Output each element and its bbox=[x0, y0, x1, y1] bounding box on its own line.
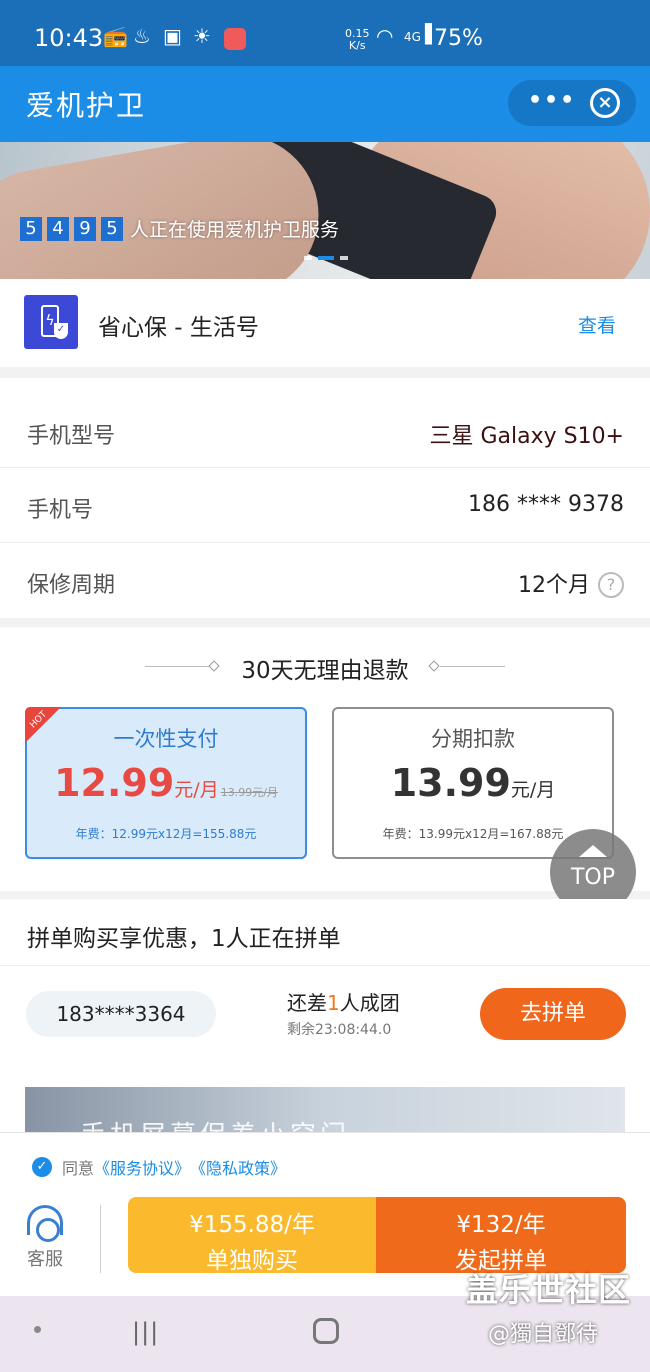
arrow-up-icon bbox=[579, 845, 607, 857]
team-price: ¥132/年 bbox=[456, 1212, 546, 1238]
info-row-period: 保修周期 12个月? bbox=[0, 543, 650, 618]
plan-price-value: 13.99 bbox=[390, 761, 511, 805]
period-value: 12个月 bbox=[518, 573, 590, 598]
plan-price: 12.99元/月 13.99元/月 bbox=[27, 761, 305, 805]
plans-heading: 30天无理由退款 bbox=[241, 658, 409, 684]
life-account-row[interactable]: ϟ ✓ 省心保 - 生活号 查看 bbox=[0, 279, 650, 367]
group-need-text: 还差1人成团 bbox=[287, 991, 400, 1015]
network-speed: 0.15 K/s bbox=[345, 27, 370, 52]
phone-shield-logo-icon: ϟ ✓ bbox=[24, 295, 78, 349]
plan-onetime[interactable]: HOT 一次性支付 12.99元/月 13.99元/月 年费：12.99元x12月… bbox=[25, 707, 307, 859]
top-label: TOP bbox=[570, 865, 616, 890]
banner-photo-hand-left bbox=[0, 142, 332, 279]
model-label: 手机型号 bbox=[27, 424, 116, 449]
tips-article-title: 手机屏幕保养小窍门 bbox=[80, 1115, 350, 1132]
home-icon[interactable] bbox=[313, 1318, 339, 1344]
info-row-phone: 手机号 186 **** 9378 bbox=[0, 468, 650, 543]
info-row-model: 手机型号 三星 Galaxy S10+ bbox=[0, 378, 650, 468]
heading-line-right bbox=[440, 666, 505, 667]
nav-dot-icon[interactable] bbox=[34, 1326, 41, 1333]
plan-original-price: 13.99元/月 bbox=[220, 786, 278, 799]
promo-banner[interactable]: 5 4 9 5 人正在使用爱机护卫服务 bbox=[0, 142, 650, 279]
period-value-wrap: 12个月? bbox=[518, 567, 624, 599]
group-remaining-time: 剩余23:08:44.0 bbox=[287, 1022, 392, 1038]
counter-text: 人正在使用爱机护卫服务 bbox=[130, 219, 340, 241]
counter-digit: 5 bbox=[20, 216, 42, 241]
start-group-button[interactable]: ¥132/年 发起拼单 bbox=[376, 1197, 626, 1274]
plan-name: 一次性支付 bbox=[113, 727, 219, 751]
group-need-count: 1 bbox=[327, 991, 340, 1015]
user-counter: 5 4 9 5 人正在使用爱机护卫服务 bbox=[20, 215, 339, 242]
life-account-name: 省心保 - 生活号 bbox=[98, 315, 259, 341]
agree-checkbox[interactable]: ✓ bbox=[32, 1157, 52, 1177]
shield-app-icon bbox=[224, 28, 246, 50]
buy-single-button[interactable]: ¥155.88/年 单独购买 bbox=[128, 1197, 376, 1274]
mini-app-capsule: ••• × bbox=[508, 80, 636, 126]
wifi-icon: ◠ bbox=[376, 24, 394, 48]
view-link[interactable]: 查看 bbox=[578, 311, 616, 338]
group-buy-title: 拼单购买享优惠，1人正在拼单 bbox=[27, 926, 341, 952]
plan-annual-fee: 年费：12.99元x12月=155.88元 bbox=[75, 827, 257, 841]
tips-article-image[interactable]: 手机屏幕保养小窍门 bbox=[25, 1087, 625, 1132]
model-value: 三星 Galaxy S10+ bbox=[429, 424, 624, 449]
plan-price-unit: 元/月 bbox=[510, 779, 556, 801]
footer-divider bbox=[100, 1205, 101, 1273]
signal-icon: ▐ bbox=[418, 24, 432, 45]
agree-prefix: 同意 bbox=[62, 1159, 95, 1178]
phone-value: 186 **** 9378 bbox=[468, 492, 624, 517]
divider bbox=[0, 965, 650, 966]
weather-icon: ☀ bbox=[193, 24, 211, 48]
status-time: 10:43 bbox=[34, 24, 104, 52]
single-price: ¥155.88/年 bbox=[189, 1212, 315, 1238]
period-label: 保修周期 bbox=[27, 573, 116, 598]
customer-service-label: 客服 bbox=[27, 1249, 63, 1270]
carousel-dots bbox=[304, 256, 348, 260]
privacy-policy-link[interactable]: 《隐私政策》 bbox=[190, 1155, 286, 1179]
service-agreement-link[interactable]: 《服务协议》 bbox=[94, 1155, 190, 1179]
close-button[interactable]: × bbox=[590, 88, 620, 118]
counter-digit: 9 bbox=[74, 216, 96, 241]
agreement-row: ✓ 同意 《服务协议》 《隐私政策》 bbox=[32, 1155, 286, 1179]
phone-label: 手机号 bbox=[27, 498, 94, 523]
device-info-list: 手机型号 三星 Galaxy S10+ 手机号 186 **** 9378 保修… bbox=[0, 378, 650, 618]
join-group-button[interactable]: 去拼单 bbox=[480, 988, 626, 1040]
plan-price-unit: 元/月 bbox=[174, 779, 219, 801]
gallery-icon: ▣ bbox=[163, 24, 182, 48]
group-member-phone: 183****3364 bbox=[26, 991, 216, 1037]
plan-price-value: 12.99 bbox=[54, 761, 175, 805]
battery-level: 75% bbox=[434, 26, 483, 51]
group-buy-section: 拼单购买享优惠，1人正在拼单 183****3364 还差1人成团 剩余23:0… bbox=[0, 899, 650, 1132]
watermark-community: 盖乐世社区 bbox=[466, 1271, 632, 1309]
carousel-dot-active[interactable] bbox=[318, 256, 334, 260]
payment-plans: 30天无理由退款 HOT 一次性支付 12.99元/月 13.99元/月 年费：1… bbox=[0, 627, 650, 891]
recents-icon[interactable]: ||| bbox=[132, 1318, 159, 1346]
customer-service-button[interactable]: 客服 bbox=[24, 1205, 66, 1271]
status-bar: 10:43 📻 ♨ ▣ ☀ 0.15 K/s ◠ 4G ▐ 75% bbox=[0, 0, 650, 66]
carousel-dot[interactable] bbox=[340, 256, 348, 260]
watermark-author: @獨自鄧待 bbox=[488, 1322, 599, 1347]
headset-icon bbox=[27, 1205, 63, 1242]
single-label: 单独购买 bbox=[206, 1248, 298, 1274]
plan-name: 分期扣款 bbox=[431, 727, 515, 751]
counter-digit: 4 bbox=[47, 216, 69, 241]
more-options-button[interactable]: ••• bbox=[528, 88, 576, 113]
page-title: 爱机护卫 bbox=[26, 89, 147, 122]
plan-price: 13.99元/月 bbox=[334, 761, 612, 805]
alipay-icon: ♨ bbox=[133, 24, 151, 48]
help-icon[interactable]: ? bbox=[598, 572, 624, 598]
radio-icon: 📻 bbox=[103, 24, 128, 48]
carousel-dot[interactable] bbox=[304, 256, 312, 260]
counter-digit: 5 bbox=[101, 216, 123, 241]
